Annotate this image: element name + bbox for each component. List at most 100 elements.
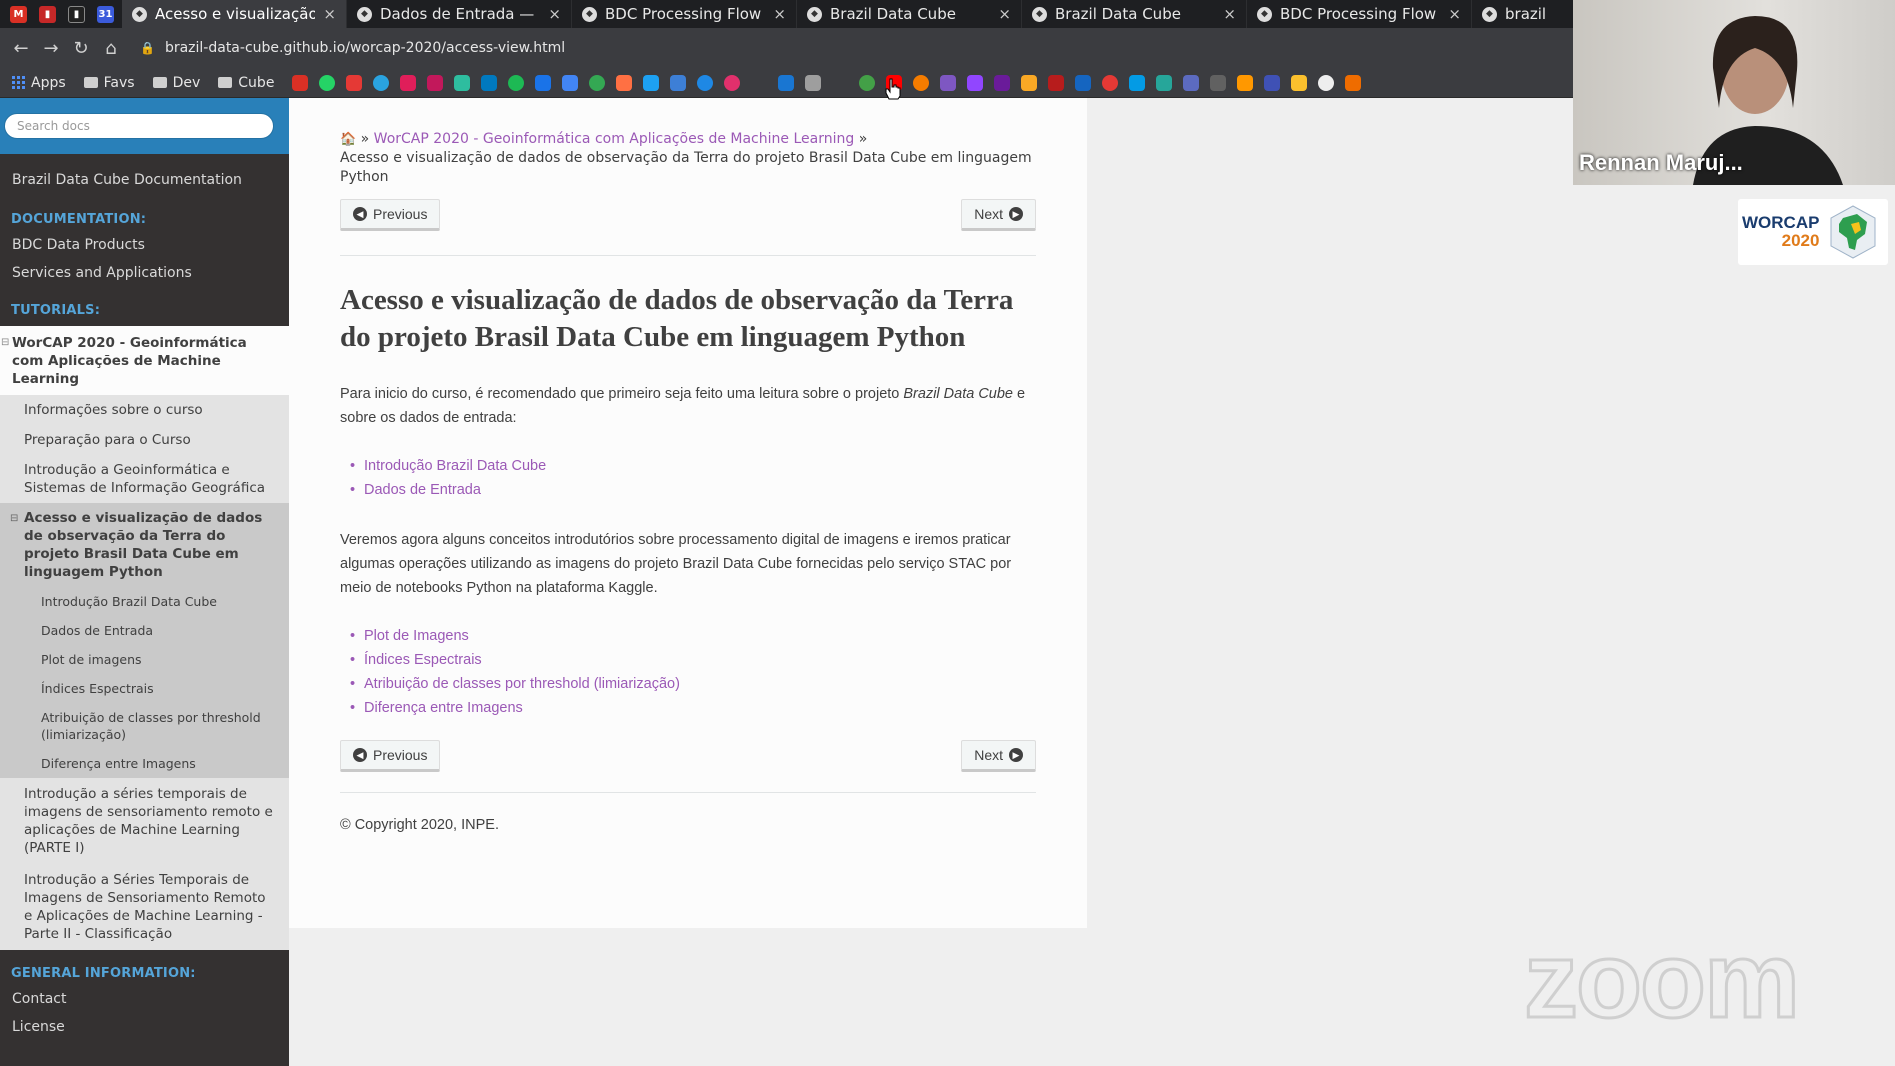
sidebar-subitem[interactable]: Dados de Entrada	[0, 616, 289, 645]
gmail-icon[interactable]: M	[10, 5, 27, 23]
bookmark-app-icon[interactable]: ▮	[39, 5, 56, 23]
dropbox-bookmark-icon[interactable]	[778, 74, 795, 91]
browser-tab[interactable]: ◆ Brazil Data Cube ×	[1022, 0, 1247, 28]
sidebar-subitem[interactable]: Plot de imagens	[0, 645, 289, 674]
netflix-bookmark-icon[interactable]	[1048, 74, 1065, 91]
next-button[interactable]: Next ▶	[961, 199, 1036, 231]
whatsapp-bookmark-icon[interactable]	[319, 74, 336, 91]
app-orange-ring-bookmark-icon[interactable]	[913, 74, 930, 91]
intro-paragraph: Para inicio do curso, é recomendado que …	[340, 386, 1026, 426]
previous-button[interactable]: ◀ Previous	[340, 199, 441, 231]
sidebar-item[interactable]: Introdução a Geoinformática e Sistemas d…	[0, 455, 289, 503]
forward-arrow-icon[interactable]: →	[36, 33, 66, 63]
sidebar-item[interactable]: BDC Data Products	[0, 231, 289, 259]
app-lightblue-bookmark-icon[interactable]	[1129, 74, 1146, 91]
tab-close-icon[interactable]: ×	[773, 5, 786, 23]
content-link[interactable]: Atribuição de classes por threshold (lim…	[340, 672, 1036, 696]
instagram-bookmark-icon[interactable]	[724, 74, 741, 91]
slack-bookmark-icon[interactable]	[400, 74, 417, 91]
app-indigo-bookmark-icon[interactable]	[1183, 74, 1200, 91]
sidebar-item[interactable]: Preparação para o Curso	[0, 425, 289, 455]
translate-bookmark-icon[interactable]	[562, 74, 579, 91]
sidebar-item[interactable]: Informações sobre o curso	[0, 395, 289, 425]
sidebar-home-link[interactable]: Brazil Data Cube Documentation	[0, 154, 289, 198]
trello-bookmark-icon[interactable]	[481, 74, 498, 91]
app-teal-bookmark-icon[interactable]	[1156, 74, 1173, 91]
browser-tab[interactable]: ◆ BDC Processing Flow - ×	[1247, 0, 1472, 28]
twitch-alt-bookmark-icon[interactable]	[967, 74, 984, 91]
previous-button-bottom[interactable]: ◀ Previous	[340, 740, 441, 772]
next-button-bottom[interactable]: Next ▶	[961, 740, 1036, 772]
calendar-icon[interactable]: 31	[97, 5, 114, 23]
tab-close-icon[interactable]: ×	[1223, 5, 1236, 23]
sidebar-subitem[interactable]: Atribuição de classes por threshold (lim…	[0, 703, 289, 749]
calendar-bookmark-icon[interactable]	[346, 74, 363, 91]
bookmark-apps[interactable]: Apps	[6, 75, 72, 91]
notion-icon[interactable]: ▮	[68, 5, 85, 23]
app-bookmark-icon[interactable]	[454, 74, 471, 91]
gmail-bookmark-icon[interactable]	[292, 74, 309, 91]
bookmark-folder-dev[interactable]: Dev	[147, 75, 207, 91]
app-chevron-bookmark-icon[interactable]	[1237, 74, 1254, 91]
telegram-bookmark-icon[interactable]	[373, 74, 390, 91]
content-link[interactable]: Plot de Imagens	[340, 624, 1036, 648]
spotify-bookmark-icon[interactable]	[508, 74, 525, 91]
steam-bookmark-icon[interactable]	[1075, 74, 1092, 91]
home-icon[interactable]: ⌂	[96, 33, 126, 63]
tab-favicon-icon: ◆	[1257, 6, 1272, 22]
browser-tab[interactable]: ◆ Dados de Entrada — Br ×	[347, 0, 572, 28]
app-yellow-bookmark-icon[interactable]	[1291, 74, 1308, 91]
search-input[interactable]	[4, 113, 274, 139]
slack-alt-bookmark-icon[interactable]	[427, 74, 444, 91]
app-purple-bookmark-icon[interactable]	[994, 74, 1011, 91]
app-white-bookmark-icon[interactable]	[1318, 74, 1335, 91]
app-amber-bookmark-icon[interactable]	[1345, 74, 1362, 91]
twitch-bookmark-icon[interactable]	[940, 74, 957, 91]
participant-name: Rennan Maruj...	[1579, 150, 1743, 175]
tab-close-icon[interactable]: ×	[323, 5, 336, 23]
bookmark-folder-cube[interactable]: Cube	[212, 75, 280, 91]
sidebar-subitem[interactable]: Índices Espectrais	[0, 674, 289, 703]
breadcrumb-parent-link[interactable]: WorCAP 2020 - Geoinformática com Aplicaç…	[374, 131, 855, 147]
content-link[interactable]: Introdução Brazil Data Cube	[340, 454, 1036, 478]
app-orange-bookmark-icon[interactable]	[616, 74, 633, 91]
maps-bookmark-icon[interactable]	[589, 74, 606, 91]
content-link[interactable]: Índices Espectrais	[340, 648, 1036, 672]
collapse-toggle-icon[interactable]: ⊟	[1, 334, 9, 352]
sidebar-item[interactable]: Introdução a Séries Temporais de Imagens…	[0, 864, 289, 950]
tab-close-icon[interactable]: ×	[1448, 5, 1461, 23]
reload-icon[interactable]: ↻	[66, 33, 96, 63]
app-blue-bookmark-icon[interactable]	[670, 74, 687, 91]
browser-tab[interactable]: ◆ Brazil Data Cube ×	[797, 0, 1022, 28]
sidebar-item[interactable]: Introdução a séries temporais de imagens…	[0, 778, 289, 864]
content-link[interactable]: Diferença entre Imagens	[340, 696, 1036, 720]
app-ring-bookmark-icon[interactable]	[697, 74, 714, 91]
link-bookmark-icon[interactable]	[1264, 74, 1281, 91]
back-arrow-icon[interactable]: ←	[6, 33, 36, 63]
twitter-bookmark-icon[interactable]	[643, 74, 660, 91]
sidebar-subitem[interactable]: Introdução Brazil Data Cube	[0, 587, 289, 616]
browser-tab[interactable]: ◆ Acesso e visualização d ×	[122, 0, 347, 28]
sidebar-item-current-page[interactable]: ⊟ Acesso e visualização de dados de obse…	[0, 503, 289, 587]
app-green-bookmark-icon[interactable]	[859, 74, 876, 91]
app-red-ring-bookmark-icon[interactable]	[1102, 74, 1119, 91]
sidebar-item-worcap-2020[interactable]: ⊟ WorCAP 2020 - Geoinformática com Aplic…	[0, 326, 289, 395]
worcap-logo-text: WORCAP 2020	[1742, 214, 1819, 250]
tab-close-icon[interactable]: ×	[998, 5, 1011, 23]
sidebar-item[interactable]: Services and Applications	[0, 259, 289, 287]
tab-close-icon[interactable]: ×	[548, 5, 561, 23]
app-dark-bookmark-icon[interactable]	[1210, 74, 1227, 91]
sidebar-subitem[interactable]: Diferença entre Imagens	[0, 749, 289, 778]
calendar-day-bookmark-icon[interactable]	[535, 74, 552, 91]
sidebar-item[interactable]: Contact	[0, 985, 289, 1013]
divider	[340, 255, 1036, 256]
home-icon[interactable]: 🏠	[340, 132, 356, 147]
sidebar-item[interactable]: License	[0, 1013, 289, 1041]
browser-tab[interactable]: ◆ BDC Processing Flow - ×	[572, 0, 797, 28]
download-bookmark-icon[interactable]	[1021, 74, 1038, 91]
participant-video[interactable]: Rennan Maruj...	[1573, 0, 1895, 185]
bookmark-folder-favs[interactable]: Favs	[78, 75, 141, 91]
app-grey-bookmark-icon[interactable]	[805, 74, 822, 91]
content-link[interactable]: Dados de Entrada	[340, 478, 1036, 502]
collapse-toggle-icon[interactable]: ⊟	[10, 510, 18, 528]
